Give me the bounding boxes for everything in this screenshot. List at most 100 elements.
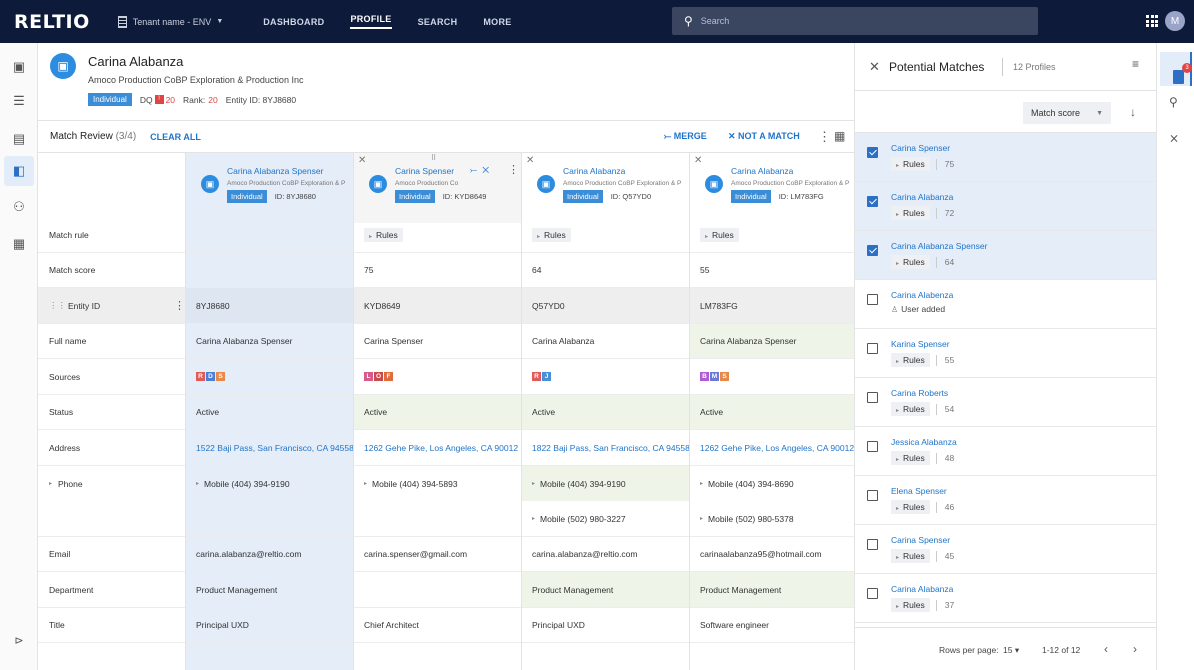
close-icon[interactable]: ✕ [358, 155, 366, 166]
match-checkbox[interactable] [867, 490, 878, 501]
potential-match-row[interactable]: Carina Alabenza ♙ User added [855, 280, 1157, 329]
match-review-toolbar: Match Review (3/4) CLEAR ALL ⤚ MERGE ✕ N… [38, 121, 854, 153]
phone-value[interactable]: ▸ Mobile (404) 394-8690 [689, 466, 854, 501]
column-more-icon[interactable]: ⋮ [508, 163, 519, 176]
rules-toggle[interactable]: ▸ Rules [891, 206, 930, 220]
list-icon[interactable]: ☰ [11, 93, 27, 109]
rules-toggle[interactable]: ▸ Rules [891, 549, 930, 563]
match-checkbox[interactable] [867, 441, 878, 452]
sort-direction-icon[interactable]: ↓ [1130, 105, 1136, 119]
rules-toggle[interactable]: ▸ Rules [891, 500, 930, 514]
match-checkbox[interactable] [867, 196, 878, 207]
rules-toggle[interactable]: ▸ Rules [891, 255, 930, 269]
compare-icon[interactable]: ◧ [11, 163, 27, 179]
potential-match-row[interactable]: Carina Spenser ▸ Rules 45 [855, 525, 1157, 574]
potential-match-row[interactable]: Jessica Alabanza ▸ Rules 48 [855, 427, 1157, 476]
match-name[interactable]: Carina Alabanza [891, 584, 953, 594]
address-link[interactable]: 1822 Baji Pass, San Francisco, CA 94558 [521, 430, 689, 465]
clear-all-button[interactable]: CLEAR ALL [150, 132, 201, 142]
row-label[interactable]: ⋮⋮ Entity ID ⋮ [38, 288, 185, 323]
potential-match-row[interactable]: Carina Alabanza ▸ Rules 37 [855, 574, 1157, 623]
column-actions[interactable]: ⤚ ✕ [470, 165, 489, 176]
match-name[interactable]: Elena Spenser [891, 486, 947, 496]
column-name[interactable]: Carina Alabanza Spenser [227, 166, 323, 176]
app-logo[interactable]: RELTIO [14, 11, 90, 33]
rules-toggle[interactable]: ▸ Rules [532, 227, 571, 242]
potential-match-row[interactable]: Carina Spenser ▸ Rules 75 [855, 133, 1157, 182]
prev-page-icon[interactable]: ‹ [1104, 642, 1108, 656]
close-panel-icon[interactable]: ✕ [869, 59, 880, 75]
phone-value[interactable]: ▸ Mobile (404) 394-9190 [185, 466, 353, 501]
address-link[interactable]: 1262 Gehe Pike, Los Angeles, CA 90012 [689, 430, 854, 465]
not-match-person-icon[interactable]: ⨯ [1169, 131, 1179, 145]
match-checkbox[interactable] [867, 343, 878, 354]
rules-toggle[interactable]: ▸ Rules [891, 598, 930, 612]
rules-toggle[interactable]: ▸ Rules [891, 451, 930, 465]
match-name[interactable]: Carina Alabanza Spenser [891, 241, 987, 251]
match-rules-score: ▸ Rules 37 [891, 598, 954, 612]
phone-value[interactable]: ▸ Mobile (502) 980-5378 [689, 501, 854, 536]
match-name[interactable]: Jessica Alabanza [891, 437, 957, 447]
potential-match-row[interactable]: Carina Roberts ▸ Rules 54 [855, 378, 1157, 427]
nav-dashboard[interactable]: DASHBOARD [263, 17, 324, 27]
history-icon[interactable]: ▦ [11, 236, 27, 252]
nav-search[interactable]: SEARCH [418, 17, 458, 27]
nav-more[interactable]: MORE [483, 17, 511, 27]
address-link[interactable]: 1262 Gehe Pike, Los Angeles, CA 90012 [353, 430, 521, 465]
match-checkbox[interactable] [867, 588, 878, 599]
column-name[interactable]: Carina Alabanza [563, 166, 625, 176]
match-name[interactable]: Carina Spenser [891, 535, 950, 545]
table-settings-icon[interactable]: ▦ [834, 129, 845, 143]
document-icon[interactable]: ▤ [11, 131, 27, 147]
potential-match-row[interactable]: Elena Spenser ▸ Rules 46 [855, 476, 1157, 525]
user-avatar[interactable]: M [1165, 11, 1185, 31]
column-name[interactable]: Carina Spenser [395, 166, 454, 176]
match-checkbox[interactable] [867, 392, 878, 403]
profile-card-icon[interactable]: ▣ [11, 59, 27, 75]
more-options-icon[interactable]: ⋮ [818, 129, 831, 145]
match-name[interactable]: Carina Alabanza [891, 192, 953, 202]
relations-icon[interactable]: ⚇ [11, 199, 27, 215]
potential-match-row[interactable]: Karina Spenser ▸ Rules 55 [855, 329, 1157, 378]
match-name[interactable]: Carina Roberts [891, 388, 948, 398]
match-checkbox[interactable] [867, 147, 878, 158]
match-checkbox[interactable] [867, 245, 878, 256]
nav-profile[interactable]: PROFILE [350, 14, 392, 29]
close-icon[interactable]: ✕ [694, 155, 702, 166]
next-page-icon[interactable]: › [1133, 642, 1137, 656]
match-name[interactable]: Carina Spenser [891, 143, 950, 153]
match-rules-score: ▸ Rules 55 [891, 353, 954, 367]
match-name[interactable]: Carina Alabenza [891, 290, 953, 300]
match-checkbox[interactable] [867, 539, 878, 550]
rules-toggle[interactable]: ▸ Rules [891, 157, 930, 171]
global-search-input[interactable]: ⚲ Search [672, 7, 1038, 35]
rules-toggle[interactable]: ▸ Rules [891, 402, 930, 416]
row-label[interactable]: ▸ Phone [38, 466, 185, 501]
phone-value[interactable]: ▸ Mobile (404) 394-5893 [353, 466, 521, 501]
phone-value[interactable]: ▸ Mobile (404) 394-9190 [521, 466, 689, 501]
potential-match-row[interactable]: Carina Alabanza Spenser ▸ Rules 64 [855, 231, 1157, 280]
rules-toggle[interactable]: ▸ Rules [700, 227, 739, 242]
match-score: 45 [944, 551, 955, 561]
match-name[interactable]: Karina Spenser [891, 339, 950, 349]
column-name[interactable]: Carina Alabanza [731, 166, 793, 176]
potential-match-row[interactable]: Carina Alabanza ▸ Rules 72 [855, 182, 1157, 231]
apps-grid-icon[interactable] [1146, 15, 1158, 27]
tenant-selector[interactable]: Tenant name - ENV ▼ [117, 15, 223, 28]
address-link[interactable]: 1522 Baji Pass, San Francisco, CA 94558 [185, 430, 353, 465]
expand-rail-icon[interactable]: ⊳ [11, 633, 27, 649]
rules-toggle[interactable]: ▸ Rules [364, 227, 403, 242]
sort-select[interactable]: Match score ▼ [1023, 102, 1111, 124]
drag-handle-icon[interactable]: ⠿ [431, 154, 436, 162]
not-a-match-button[interactable]: ✕ NOT A MATCH [728, 131, 800, 142]
rules-toggle[interactable]: ▸ Rules [891, 353, 930, 367]
merge-button[interactable]: ⤚ MERGE [664, 131, 707, 142]
potential-matches-tab[interactable]: 3 [1160, 52, 1192, 86]
close-icon[interactable]: ✕ [526, 155, 534, 166]
filter-icon[interactable]: ≡ [1132, 57, 1139, 71]
person-icon: ♙ [891, 305, 899, 314]
match-checkbox[interactable] [867, 294, 878, 305]
rows-per-page-select[interactable]: 15 ▾ [1003, 645, 1019, 656]
phone-value[interactable]: ▸ Mobile (502) 980-3227 [521, 501, 689, 536]
find-person-icon[interactable]: ⚲ [1169, 95, 1178, 109]
